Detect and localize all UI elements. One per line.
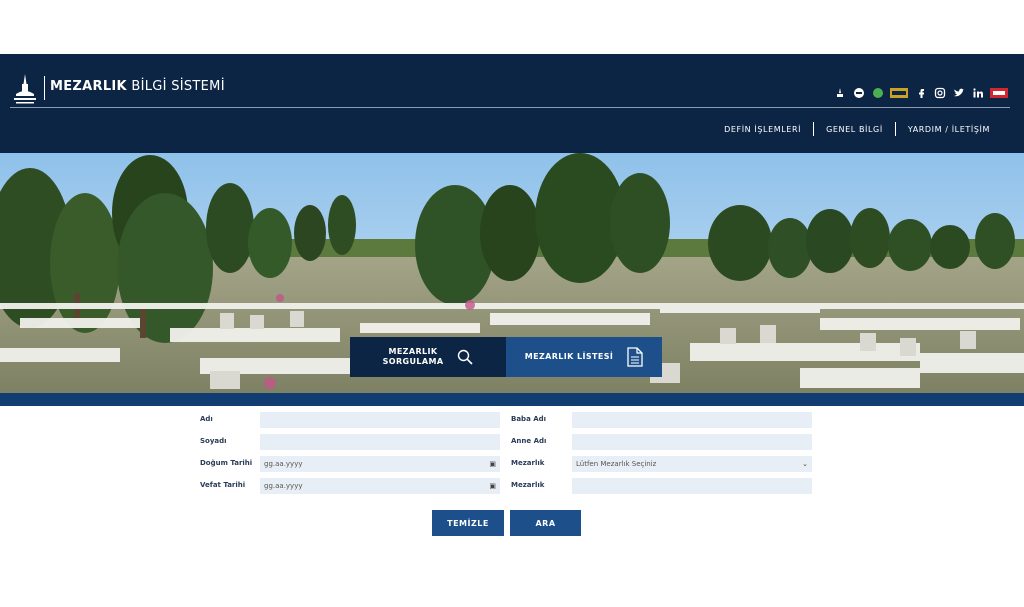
document-icon	[627, 347, 643, 367]
brand-title[interactable]: MEZARLIK BİLGİ SİSTEMİ	[50, 79, 225, 94]
label-death-date: Vefat Tarihi	[200, 481, 246, 489]
cemetery-list-button[interactable]: MEZARLIK LİSTESİ	[506, 337, 662, 377]
label-mother-name: Anne Adı	[511, 437, 547, 445]
badge-icon[interactable]	[890, 86, 908, 99]
search-icon	[458, 349, 473, 365]
label-father-name: Baba Adı	[511, 415, 547, 423]
cemetery-query-button[interactable]: MEZARLIK SORGULAMA	[350, 337, 506, 377]
cemetery-select-value: Lütfen Mezarlık Seçiniz	[576, 460, 657, 468]
father-name-input[interactable]	[572, 412, 812, 428]
search-button[interactable]: ARA	[510, 510, 581, 536]
ambulance-icon[interactable]	[833, 86, 846, 99]
birth-date-input[interactable]: gg.aa.yyyy ▣	[260, 456, 500, 472]
search-action-box: MEZARLIK SORGULAMA MEZARLIK LİSTESİ	[350, 337, 662, 377]
site-header: MEZARLIK BİLGİ SİSTEMİ DEFİN İŞLEMLERİ G…	[0, 54, 1024, 153]
twitter-icon[interactable]	[952, 86, 965, 99]
calendar-icon[interactable]: ▣	[489, 460, 496, 468]
linkedin-icon[interactable]	[971, 86, 984, 99]
cemetery-plot-input[interactable]	[572, 478, 812, 494]
header-divider	[10, 107, 1010, 108]
calendar-icon[interactable]: ▣	[489, 482, 496, 490]
query-label-line2: SORGULAMA	[382, 357, 444, 366]
last-name-input[interactable]	[260, 434, 500, 450]
brand-title-bold: MEZARLIK	[50, 79, 127, 94]
first-name-input[interactable]	[260, 412, 500, 428]
chevron-down-icon: ⌄	[802, 460, 808, 468]
list-label: MEZARLIK LİSTESİ	[524, 352, 614, 361]
brand-divider	[44, 76, 45, 100]
instagram-icon[interactable]	[933, 86, 946, 99]
label-cemetery: Mezarlık	[511, 459, 545, 467]
brand-title-light: BİLGİ SİSTEMİ	[126, 79, 225, 94]
label-cemetery-plot: Mezarlık	[511, 481, 545, 489]
nav-general-info[interactable]: GENEL BİLGİ	[814, 125, 895, 134]
death-date-placeholder: gg.aa.yyyy	[264, 482, 303, 490]
social-icons	[833, 86, 1008, 99]
mother-name-input[interactable]	[572, 434, 812, 450]
main-nav: DEFİN İŞLEMLERİ GENEL BİLGİ YARDIM / İLE…	[712, 122, 1002, 136]
hero-bottom-bar	[0, 393, 1024, 406]
municipality-logo-icon[interactable]	[10, 72, 40, 106]
label-birth-date: Doğum Tarihi	[200, 459, 253, 467]
clear-button[interactable]: TEMİZLE	[432, 510, 504, 536]
label-last-name: Soyadı	[200, 437, 227, 445]
nav-burial-procedures[interactable]: DEFİN İŞLEMLERİ	[712, 125, 813, 134]
death-date-input[interactable]: gg.aa.yyyy ▣	[260, 478, 500, 494]
nav-help-contact[interactable]: YARDIM / İLETİŞİM	[896, 125, 1002, 134]
facebook-icon[interactable]	[914, 86, 927, 99]
query-label-line1: MEZARLIK	[388, 347, 438, 356]
cemetery-select[interactable]: Lütfen Mezarlık Seçiniz ⌄	[572, 456, 812, 472]
label-first-name: Adı	[200, 415, 213, 423]
chat-icon[interactable]	[852, 86, 865, 99]
brand-logo-icon[interactable]	[990, 86, 1008, 99]
whatsapp-icon[interactable]	[871, 86, 884, 99]
birth-date-placeholder: gg.aa.yyyy	[264, 460, 303, 468]
